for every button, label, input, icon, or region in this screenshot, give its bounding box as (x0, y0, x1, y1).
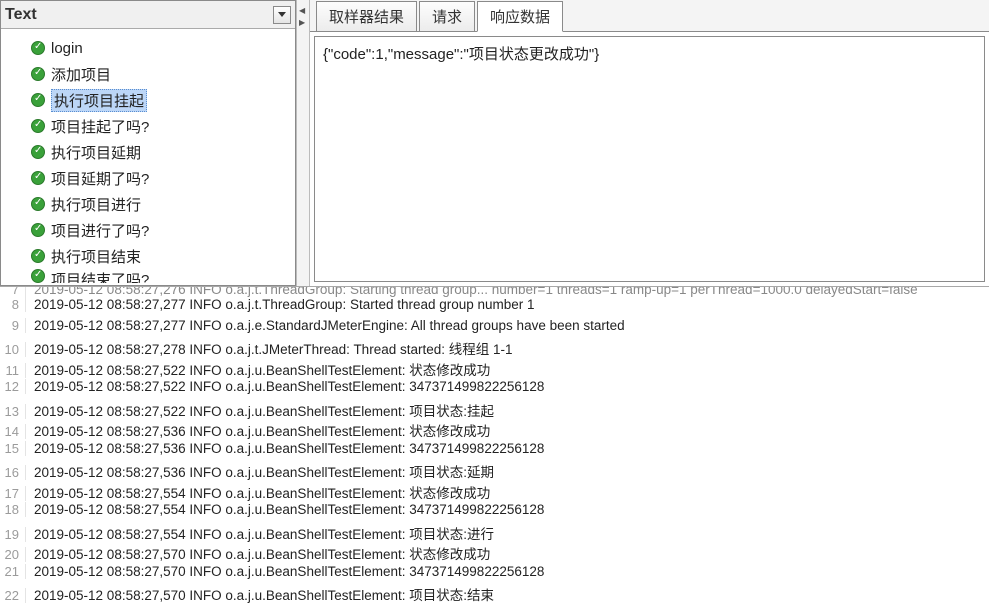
tree-item[interactable]: 执行项目延期 (1, 139, 295, 165)
log-line: 10 2019-05-12 08:58:27,278 INFO o.a.j.t.J… (0, 338, 989, 359)
log-line: 15 2019-05-12 08:58:27,536 INFO o.a.j.u.B… (0, 441, 989, 462)
log-line-text: 2019-05-12 08:58:27,570 INFO o.a.j.u.Bea… (34, 584, 494, 604)
log-line-text: 2019-05-12 08:58:27,536 INFO o.a.j.u.Bea… (34, 441, 544, 456)
log-line-number: 21 (0, 564, 26, 579)
success-icon (31, 249, 45, 263)
tree-item-label: 项目挂起了吗? (51, 116, 149, 137)
success-icon (31, 119, 45, 133)
success-icon (31, 67, 45, 81)
tree-item[interactable]: 执行项目结束 (1, 243, 295, 269)
log-line-text: 2019-05-12 08:58:27,522 INFO o.a.j.u.Bea… (34, 379, 544, 394)
log-line-number: 13 (0, 404, 26, 419)
top-panel: Text login 添加项目执行项目挂起项目挂起了吗? 执行项目延期项目延期了吗?… (0, 0, 989, 287)
tree-item-label: 执行项目延期 (51, 142, 141, 163)
tree-item-label: 添加项目 (51, 64, 111, 85)
log-line-text: 2019-05-12 08:58:27,536 INFO o.a.j.u.Bea… (34, 461, 494, 481)
log-line: 11 2019-05-12 08:58:27,522 INFO o.a.j.u.B… (0, 359, 989, 380)
success-icon (31, 269, 45, 283)
log-line-text: 2019-05-12 08:58:27,277 INFO o.a.j.t.Thr… (34, 297, 535, 312)
log-line-text: 2019-05-12 08:58:27,570 INFO o.a.j.u.Bea… (34, 564, 544, 579)
log-line-text: 2019-05-12 08:58:27,554 INFO o.a.j.u.Bea… (34, 502, 544, 517)
log-panel[interactable]: 7 2019-05-12 08:58:27,276 INFO o.a.j.t.Th… (0, 287, 989, 606)
tree-dropdown-button[interactable] (273, 6, 291, 24)
success-icon (31, 93, 45, 107)
tree-panel: Text login 添加项目执行项目挂起项目挂起了吗? 执行项目延期项目延期了吗?… (0, 0, 296, 286)
log-line: 8 2019-05-12 08:58:27,277 INFO o.a.j.t.Th… (0, 297, 989, 318)
log-line-text: 2019-05-12 08:58:27,277 INFO o.a.j.e.Sta… (34, 318, 625, 333)
right-panel: 取样器结果请求响应数据 {"code":1,"message":"项目状态更改成… (310, 0, 989, 286)
log-line-number: 14 (0, 424, 26, 439)
tree-item[interactable]: 执行项目进行 (1, 191, 295, 217)
tree-item-label: 执行项目结束 (51, 246, 141, 267)
log-line-text: 2019-05-12 08:58:27,276 INFO o.a.j.t.Thr… (34, 287, 918, 297)
tree-item-label: 执行项目挂起 (51, 89, 147, 112)
tree-item-label: 执行项目进行 (51, 194, 141, 215)
log-line: 16 2019-05-12 08:58:27,536 INFO o.a.j.u.B… (0, 461, 989, 482)
tab[interactable]: 取样器结果 (316, 1, 417, 32)
log-line: 19 2019-05-12 08:58:27,554 INFO o.a.j.u.B… (0, 523, 989, 544)
tab-bar: 取样器结果请求响应数据 (310, 0, 989, 32)
tree-item-label: 项目进行了吗? (51, 220, 149, 241)
tree-item[interactable]: 项目结束了吗? (1, 269, 295, 283)
vertical-splitter[interactable]: ◀ ▶ (296, 0, 310, 286)
tab[interactable]: 响应数据 (477, 1, 563, 32)
log-line: 22 2019-05-12 08:58:27,570 INFO o.a.j.u.B… (0, 584, 989, 605)
success-icon (31, 223, 45, 237)
splitter-arrow-left-icon: ◀ (299, 6, 305, 15)
log-line-number: 22 (0, 588, 26, 603)
log-line-number: 19 (0, 527, 26, 542)
log-line-number: 9 (0, 318, 26, 333)
tree-item[interactable]: 添加项目 (1, 61, 295, 87)
success-icon (31, 197, 45, 211)
log-line-number: 11 (0, 363, 26, 378)
tree-header-label: Text (5, 6, 273, 24)
log-line-number: 15 (0, 441, 26, 456)
tree-item-label: login (51, 40, 83, 57)
log-line-number: 20 (0, 547, 26, 562)
tree-body: login 添加项目执行项目挂起项目挂起了吗? 执行项目延期项目延期了吗? 执行项目进… (1, 29, 295, 285)
log-line-number: 16 (0, 465, 26, 480)
app-root: Text login 添加项目执行项目挂起项目挂起了吗? 执行项目延期项目延期了吗?… (0, 0, 989, 606)
response-body[interactable]: {"code":1,"message":"项目状态更改成功"} (314, 36, 985, 282)
log-line: 12 2019-05-12 08:58:27,522 INFO o.a.j.u.B… (0, 379, 989, 400)
log-line-number: 12 (0, 379, 26, 394)
log-line-number: 17 (0, 486, 26, 501)
tree-item-label: 项目延期了吗? (51, 168, 149, 189)
log-line: 20 2019-05-12 08:58:27,570 INFO o.a.j.u.B… (0, 543, 989, 564)
log-line-text: 2019-05-12 08:58:27,554 INFO o.a.j.u.Bea… (34, 523, 494, 543)
log-line-number: 10 (0, 342, 26, 357)
log-line-text: 2019-05-12 08:58:27,522 INFO o.a.j.u.Bea… (34, 400, 494, 420)
log-line: 7 2019-05-12 08:58:27,276 INFO o.a.j.t.Th… (0, 287, 989, 297)
log-line: 9 2019-05-12 08:58:27,277 INFO o.a.j.e.St… (0, 318, 989, 339)
log-line-text: 2019-05-12 08:58:27,278 INFO o.a.j.t.JMe… (34, 338, 513, 358)
log-line-text: 2019-05-12 08:58:27,554 INFO o.a.j.u.Bea… (34, 482, 490, 502)
tree-item[interactable]: 执行项目挂起 (1, 87, 295, 113)
log-line: 21 2019-05-12 08:58:27,570 INFO o.a.j.u.B… (0, 564, 989, 585)
tree-item[interactable]: 项目进行了吗? (1, 217, 295, 243)
tab[interactable]: 请求 (419, 1, 475, 32)
success-icon (31, 145, 45, 159)
log-line-number: 8 (0, 297, 26, 312)
tree-item[interactable]: login (1, 35, 295, 61)
tree-header: Text (1, 1, 295, 29)
log-line-text: 2019-05-12 08:58:27,522 INFO o.a.j.u.Bea… (34, 359, 490, 379)
tree-item[interactable]: 项目挂起了吗? (1, 113, 295, 139)
tree-item[interactable]: 项目延期了吗? (1, 165, 295, 191)
success-icon (31, 171, 45, 185)
log-line-number: 7 (0, 287, 26, 297)
log-line: 13 2019-05-12 08:58:27,522 INFO o.a.j.u.B… (0, 400, 989, 421)
tree-item-label: 项目结束了吗? (51, 269, 149, 283)
log-line-text: 2019-05-12 08:58:27,570 INFO o.a.j.u.Bea… (34, 543, 490, 563)
splitter-arrow-right-icon: ▶ (299, 18, 305, 27)
log-line: 17 2019-05-12 08:58:27,554 INFO o.a.j.u.B… (0, 482, 989, 503)
log-line: 18 2019-05-12 08:58:27,554 INFO o.a.j.u.B… (0, 502, 989, 523)
log-line-text: 2019-05-12 08:58:27,536 INFO o.a.j.u.Bea… (34, 420, 490, 440)
success-icon (31, 41, 45, 55)
log-line-number: 18 (0, 502, 26, 517)
log-line: 14 2019-05-12 08:58:27,536 INFO o.a.j.u.B… (0, 420, 989, 441)
